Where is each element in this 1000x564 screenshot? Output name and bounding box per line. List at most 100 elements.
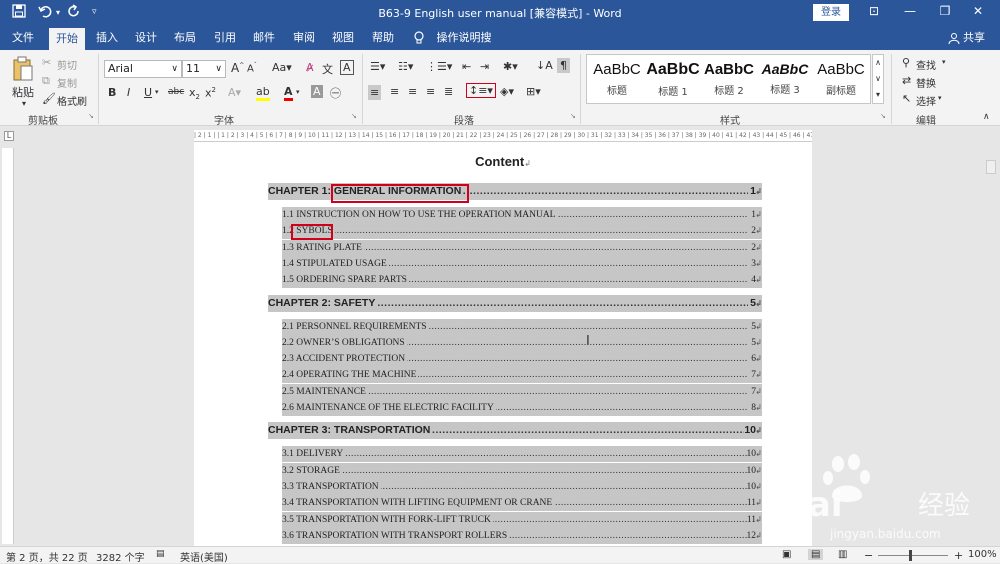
toc-chapter-entry[interactable]: ........................................…: [268, 294, 762, 312]
style-heading-3[interactable]: AaBbC 标题 3: [757, 61, 813, 96]
multilevel-list-icon[interactable]: ⋮☰▾: [426, 60, 452, 73]
styles-launcher-icon[interactable]: ↘: [880, 112, 886, 120]
show-marks-icon[interactable]: ¶: [557, 58, 570, 73]
ribbon-display-icon[interactable]: ⊡: [864, 4, 884, 18]
tell-me-search[interactable]: 操作说明搜索: [432, 26, 496, 68]
paste-button[interactable]: 粘贴: [12, 84, 34, 100]
clipboard-launcher-icon[interactable]: ↘: [88, 112, 94, 120]
copy-button[interactable]: 复制: [57, 75, 77, 90]
enclose-characters-icon[interactable]: ㊀: [330, 85, 341, 101]
web-layout-icon[interactable]: ▥: [838, 549, 847, 560]
tab-review[interactable]: 审阅: [287, 26, 321, 50]
phonetic-guide-icon[interactable]: 文: [322, 61, 333, 77]
toc-section-entry[interactable]: ........................................…: [282, 527, 762, 544]
language-indicator[interactable]: 英语(美国): [180, 549, 228, 564]
document-page[interactable]: Content↲ ...............................…: [194, 142, 812, 546]
style-subtitle[interactable]: AaBbC 副标题: [813, 61, 869, 97]
style-heading-1[interactable]: AaBbC 标题 1: [645, 61, 701, 98]
toc-section-entry[interactable]: ........................................…: [282, 272, 762, 289]
numbering-icon[interactable]: ☷▾: [398, 60, 413, 73]
vertical-ruler[interactable]: [2, 148, 14, 544]
font-name-combo[interactable]: Arial ∨: [104, 60, 182, 78]
minimize-icon[interactable]: —: [900, 4, 920, 18]
shrink-font-icon[interactable]: Aˇ: [247, 62, 257, 74]
highlight-icon[interactable]: ab: [256, 85, 270, 101]
toc-section-entry[interactable]: ........................................…: [282, 462, 762, 479]
toc-section-entry[interactable]: ........................................…: [282, 400, 762, 416]
underline-icon[interactable]: U: [144, 86, 152, 99]
search-icon[interactable]: ⚲: [902, 56, 910, 69]
align-right-icon[interactable]: ≡: [408, 85, 417, 98]
login-button[interactable]: 登录: [813, 4, 849, 21]
chinese-layout-icon[interactable]: ✱▾: [503, 60, 518, 73]
style-normal-title[interactable]: AaBbC 标题: [589, 61, 645, 97]
find-button[interactable]: 查找: [916, 57, 936, 72]
tab-selector-icon[interactable]: L: [4, 131, 14, 141]
toc-section-entry[interactable]: ........................................…: [282, 511, 762, 528]
close-icon[interactable]: ✕: [968, 4, 988, 18]
restore-icon[interactable]: ❐: [935, 4, 955, 18]
format-painter-icon[interactable]: 🖌: [42, 92, 56, 105]
select-dropdown-icon[interactable]: ▾: [938, 94, 942, 102]
share-button[interactable]: 共享: [962, 26, 986, 50]
zoom-level[interactable]: 100%: [968, 549, 997, 560]
toc-chapter-entry[interactable]: ........................................…: [268, 422, 762, 440]
cut-icon[interactable]: ✂: [42, 56, 51, 69]
toc-section-entry[interactable]: ........................................…: [282, 495, 762, 512]
increase-indent-icon[interactable]: ⇥: [480, 60, 489, 73]
zoom-slider-thumb[interactable]: [909, 550, 912, 561]
toc-section-entry[interactable]: ........................................…: [282, 351, 762, 368]
select-cursor-icon[interactable]: ↖: [902, 92, 911, 105]
distributed-icon[interactable]: ≣: [444, 85, 453, 98]
format-painter-button[interactable]: 格式刷: [57, 93, 87, 108]
font-launcher-icon[interactable]: ↘: [351, 112, 357, 120]
replace-button[interactable]: 替换: [916, 75, 936, 90]
underline-dropdown-icon[interactable]: ▾: [155, 88, 159, 96]
align-left-icon[interactable]: ≡: [368, 85, 382, 100]
tab-layout[interactable]: 布局: [168, 26, 202, 50]
italic-icon[interactable]: I: [127, 86, 130, 99]
tab-references[interactable]: 引用: [208, 26, 242, 50]
cut-button[interactable]: 剪切: [57, 57, 77, 72]
print-layout-icon[interactable]: ▤: [808, 549, 824, 560]
toc-section-entry[interactable]: ........................................…: [282, 207, 762, 223]
align-center-icon[interactable]: ≡: [390, 85, 399, 98]
tab-file[interactable]: 文件: [6, 26, 40, 50]
tab-insert[interactable]: 插入: [90, 26, 124, 50]
tab-design[interactable]: 设计: [129, 26, 163, 50]
paste-icon[interactable]: [12, 56, 34, 85]
styles-scroll[interactable]: ∧ ∨ ▾: [872, 54, 884, 104]
font-size-combo[interactable]: 11 ∨: [182, 60, 226, 78]
horizontal-ruler[interactable]: | 2 | 1 | | 1 | 2 | 3 | 4 | 5 | 6 | 7 | …: [194, 130, 812, 142]
toc-section-entry[interactable]: ........................................…: [282, 478, 762, 495]
select-button[interactable]: 选择: [916, 93, 936, 108]
share-user-icon[interactable]: [947, 26, 961, 50]
justify-icon[interactable]: ≡: [426, 85, 435, 98]
collapse-ribbon-icon[interactable]: ∧: [983, 112, 990, 122]
scrollbar-thumb[interactable]: [986, 160, 996, 174]
find-dropdown-icon[interactable]: ▾: [942, 58, 946, 66]
sort-icon[interactable]: ↓A: [536, 59, 553, 72]
clear-formatting-icon[interactable]: A̷: [306, 61, 314, 74]
line-spacing-icon[interactable]: ↕≡▾: [466, 83, 496, 98]
toc-section-entry[interactable]: ........................................…: [282, 255, 762, 272]
tab-mailings[interactable]: 邮件: [247, 26, 281, 50]
scroll-up-icon[interactable]: ∧: [873, 55, 883, 71]
zoom-slider[interactable]: [878, 555, 948, 556]
strikethrough-icon[interactable]: abc: [168, 87, 184, 97]
paragraph-launcher-icon[interactable]: ↘: [570, 112, 576, 120]
scroll-down-icon[interactable]: ∨: [873, 71, 883, 87]
tab-home[interactable]: 开始: [49, 28, 85, 50]
toc-section-entry[interactable]: ........................................…: [282, 223, 762, 240]
superscript-icon[interactable]: x2: [205, 86, 216, 100]
toc-section-entry[interactable]: ........................................…: [282, 318, 762, 335]
bullets-icon[interactable]: ☰▾: [370, 60, 385, 73]
tab-view[interactable]: 视图: [326, 26, 360, 50]
word-count[interactable]: 3282 个字: [96, 549, 145, 564]
font-color-icon[interactable]: A: [284, 85, 293, 101]
grow-font-icon[interactable]: A^: [231, 61, 244, 75]
paste-dropdown-icon[interactable]: ▾: [22, 99, 26, 108]
shading-icon[interactable]: ◈▾: [500, 85, 514, 98]
change-case-icon[interactable]: Aa▾: [272, 61, 292, 74]
toc-section-entry[interactable]: ........................................…: [282, 367, 762, 384]
